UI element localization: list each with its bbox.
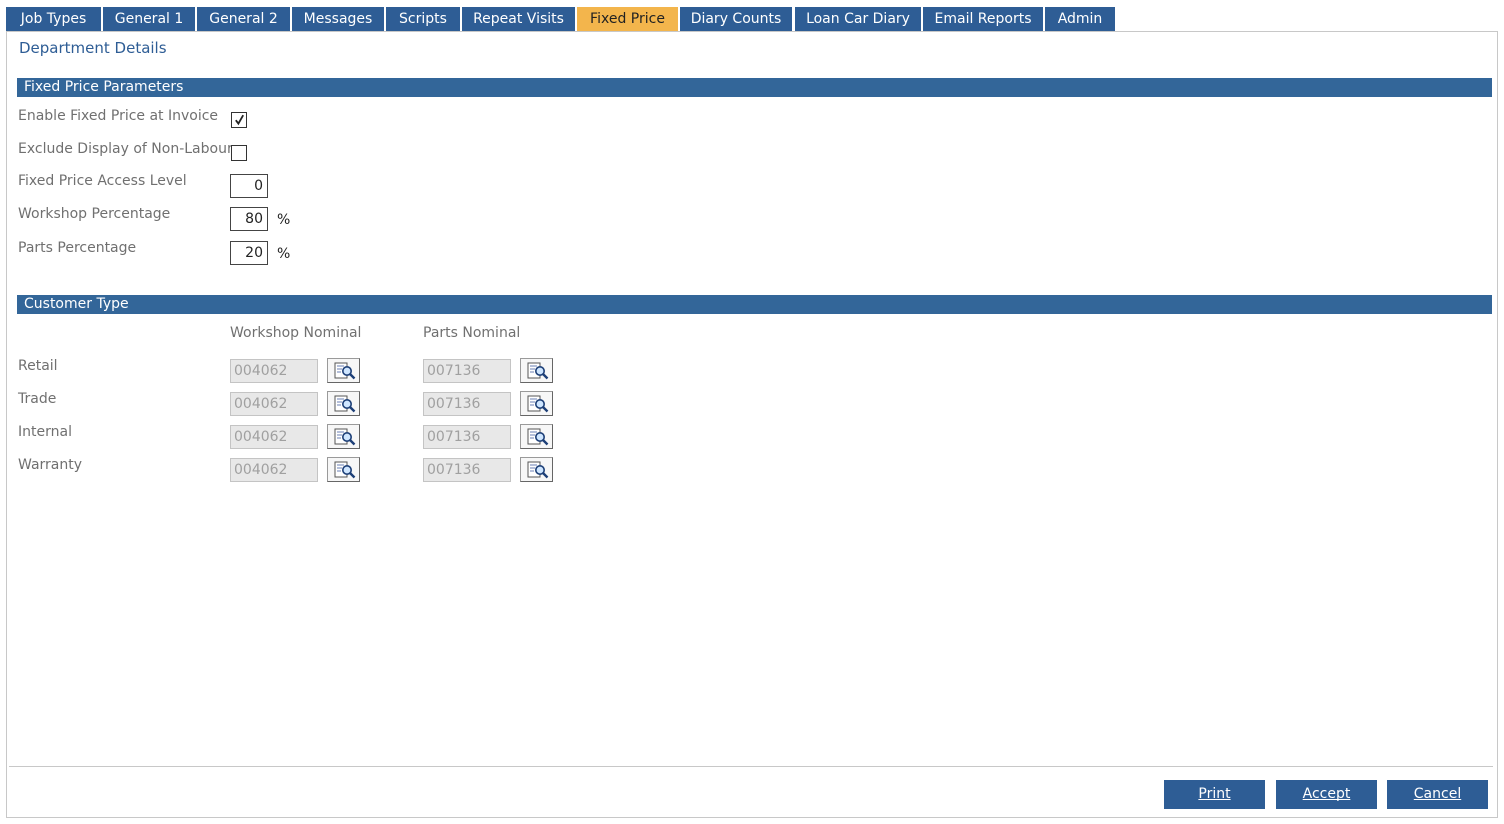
print-button[interactable]: Print — [1164, 780, 1265, 809]
workshop-nominal-field-warranty[interactable]: 004062 — [230, 458, 318, 482]
document-magnifier-icon — [527, 428, 549, 446]
parts-nominal-field-internal[interactable]: 007136 — [423, 425, 511, 449]
customer-type-label-warranty: Warranty — [18, 457, 83, 473]
workshop-percentage-label: Workshop Percentage — [18, 206, 171, 222]
footer-divider — [9, 766, 1493, 767]
workshop-nominal-lookup-warranty[interactable] — [327, 457, 360, 482]
parts-percentage-label: Parts Percentage — [18, 240, 137, 256]
exclude-non-labour-checkbox[interactable] — [231, 145, 247, 161]
parts-nominal-field-retail[interactable]: 007136 — [423, 359, 511, 383]
parts-nominal-field-trade[interactable]: 007136 — [423, 392, 511, 416]
tab-general-1[interactable]: General 1 — [103, 7, 195, 31]
tab-scripts[interactable]: Scripts — [386, 7, 460, 31]
document-magnifier-icon — [527, 362, 549, 380]
customer-type-label-retail: Retail — [18, 358, 58, 374]
access-level-label: Fixed Price Access Level — [18, 173, 187, 189]
workshop-nominal-field-trade[interactable]: 004062 — [230, 392, 318, 416]
workshop-nominal-header: Workshop Nominal — [230, 325, 362, 341]
customer-type-section-header: Customer Type — [17, 295, 1492, 314]
workshop-nominal-lookup-internal[interactable] — [327, 424, 360, 449]
document-magnifier-icon — [334, 395, 356, 413]
parts-nominal-field-warranty[interactable]: 007136 — [423, 458, 511, 482]
enable-fixed-price-label: Enable Fixed Price at Invoice — [18, 108, 219, 124]
tab-admin[interactable]: Admin — [1045, 7, 1115, 31]
tab-job-types[interactable]: Job Types — [6, 7, 101, 31]
customer-type-label-trade: Trade — [18, 391, 57, 407]
exclude-non-labour-label: Exclude Display of Non-Labour — [18, 141, 233, 157]
parts-nominal-lookup-retail[interactable] — [520, 358, 553, 383]
workshop-percentage-input[interactable]: 80 — [230, 207, 268, 231]
tab-email-reports[interactable]: Email Reports — [923, 7, 1043, 31]
document-magnifier-icon — [527, 395, 549, 413]
document-magnifier-icon — [334, 362, 356, 380]
workshop-percent-unit: % — [277, 212, 291, 228]
parts-percentage-input[interactable]: 20 — [230, 241, 268, 265]
tab-general-2[interactable]: General 2 — [197, 7, 290, 31]
cancel-button[interactable]: Cancel — [1387, 780, 1488, 809]
workshop-nominal-field-retail[interactable]: 004062 — [230, 359, 318, 383]
checkmark-icon — [235, 114, 244, 126]
page-title: Department Details — [19, 39, 167, 57]
document-magnifier-icon — [527, 461, 549, 479]
parts-nominal-lookup-internal[interactable] — [520, 424, 553, 449]
workshop-nominal-lookup-retail[interactable] — [327, 358, 360, 383]
customer-type-label-internal: Internal — [18, 424, 72, 440]
tab-loan-car-diary[interactable]: Loan Car Diary — [795, 7, 921, 31]
tab-fixed-price[interactable]: Fixed Price — [577, 7, 678, 31]
document-magnifier-icon — [334, 461, 356, 479]
tab-repeat-visits[interactable]: Repeat Visits — [462, 7, 575, 31]
enable-fixed-price-checkbox[interactable] — [231, 112, 247, 128]
tab-diary-counts[interactable]: Diary Counts — [680, 7, 792, 31]
document-magnifier-icon — [334, 428, 356, 446]
accept-button[interactable]: Accept — [1276, 780, 1377, 809]
workshop-nominal-lookup-trade[interactable] — [327, 391, 360, 416]
tab-messages[interactable]: Messages — [292, 7, 384, 31]
parts-nominal-lookup-trade[interactable] — [520, 391, 553, 416]
parts-nominal-header: Parts Nominal — [423, 325, 521, 341]
fixed-price-section-header: Fixed Price Parameters — [17, 78, 1492, 97]
parts-nominal-lookup-warranty[interactable] — [520, 457, 553, 482]
parts-percent-unit: % — [277, 246, 291, 262]
workshop-nominal-field-internal[interactable]: 004062 — [230, 425, 318, 449]
access-level-input[interactable]: 0 — [230, 174, 268, 198]
